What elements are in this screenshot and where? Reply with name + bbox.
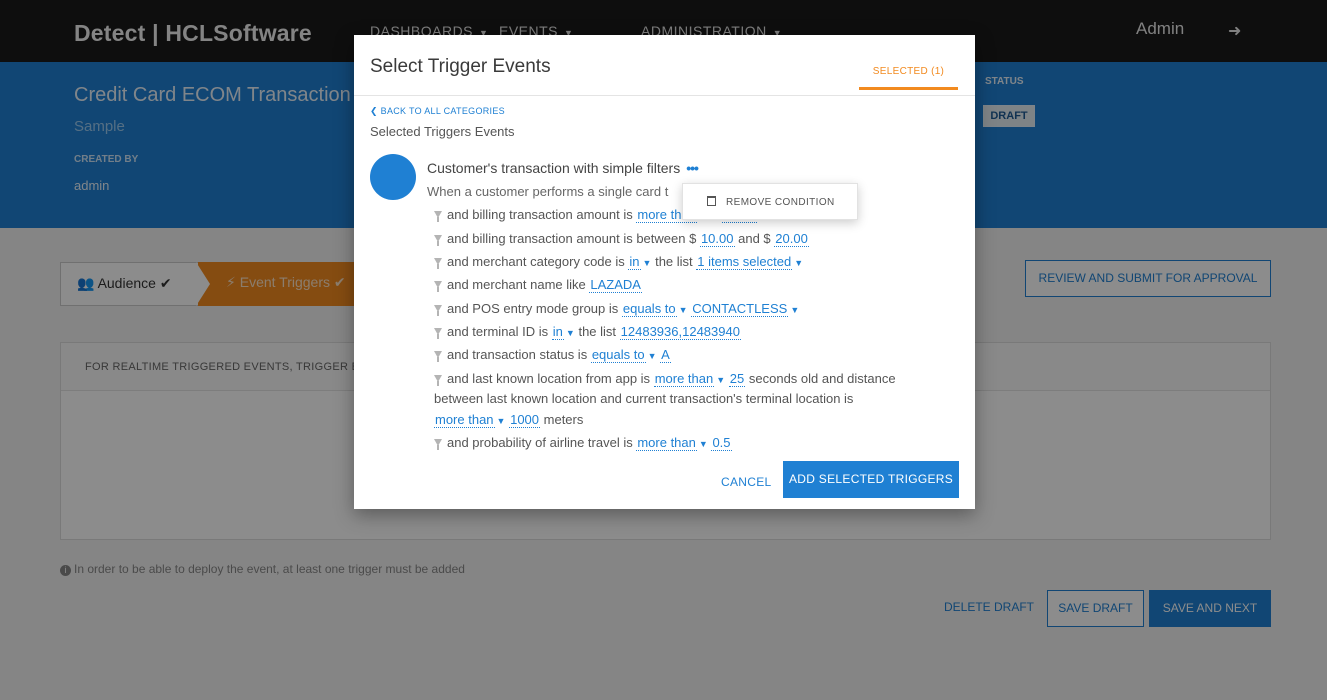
selected-heading: Selected Triggers Events [370,124,515,139]
filter-icon [434,258,442,269]
condition-billing-between: and billing transaction amount is betwee… [434,231,809,247]
remove-condition-menu-item[interactable]: REMOVE CONDITION [682,183,858,220]
add-selected-triggers-button[interactable]: ADD SELECTED TRIGGERS [783,461,959,498]
operator-select[interactable]: more than [653,371,715,387]
operator-select[interactable]: in [551,324,564,340]
condition-last-location: and last known location from app is more… [434,371,896,387]
condition-pos-entry: and POS entry mode group is equals to ▼ C… [434,301,799,317]
condition-airline-travel: and probability of airline travel is mor… [434,435,732,451]
condition-terminal-id: and terminal ID is in ▼ the list 12483936… [434,324,741,340]
distance-input[interactable]: 1000 [509,412,541,428]
filter-icon [434,211,442,222]
divider [354,95,975,96]
terminal-id-input[interactable]: 12483936,12483940 [619,324,741,340]
cancel-button[interactable]: CANCEL [721,475,771,489]
tab-active-indicator [859,87,958,90]
probability-input[interactable]: 0.5 [711,435,732,451]
pos-mode-select[interactable]: CONTACTLESS [691,301,789,317]
max-amount-input[interactable]: 20.00 [774,231,809,247]
trigger-avatar [370,154,416,200]
condition-merchant-name: and merchant name like LAZADA [434,277,642,293]
operator-select[interactable]: more than [434,412,495,428]
filter-icon [434,351,442,362]
modal-title: Select Trigger Events [370,56,551,77]
filter-icon [434,305,442,316]
condition-last-location-line3: more than ▼ 1000 meters [434,412,584,428]
condition-last-location-line2: between last known location and current … [434,391,854,406]
filter-icon [434,281,442,292]
filter-icon [434,375,442,386]
trigger-name: Customer's transaction with simple filte… [427,160,699,176]
tab-selected[interactable]: SELECTED (1) [859,66,958,77]
operator-select[interactable]: equals to [590,347,646,363]
operator-select[interactable]: more than [636,435,697,451]
operator-select[interactable]: in [628,254,641,270]
status-input[interactable]: A [660,347,671,363]
mcc-list-select[interactable]: 1 items selected [696,254,793,270]
more-options-icon[interactable]: ••• [686,160,699,176]
trash-icon [707,196,716,206]
condition-transaction-status: and transaction status is equals to ▼ A [434,347,671,363]
trigger-description: When a customer performs a single card t [427,184,669,199]
operator-select[interactable]: equals to [621,301,677,317]
filter-icon [434,328,442,339]
condition-mcc: and merchant category code is in ▼ the li… [434,254,803,270]
min-amount-input[interactable]: 10.00 [699,231,735,247]
select-trigger-modal: Select Trigger Events SELECTED (1) ❮ BAC… [354,35,975,509]
merchant-name-input[interactable]: LAZADA [589,277,642,293]
filter-icon [434,235,442,246]
back-to-categories-link[interactable]: ❮ BACK TO ALL CATEGORIES [370,106,505,117]
filter-icon [434,439,442,450]
seconds-input[interactable]: 25 [728,371,746,387]
